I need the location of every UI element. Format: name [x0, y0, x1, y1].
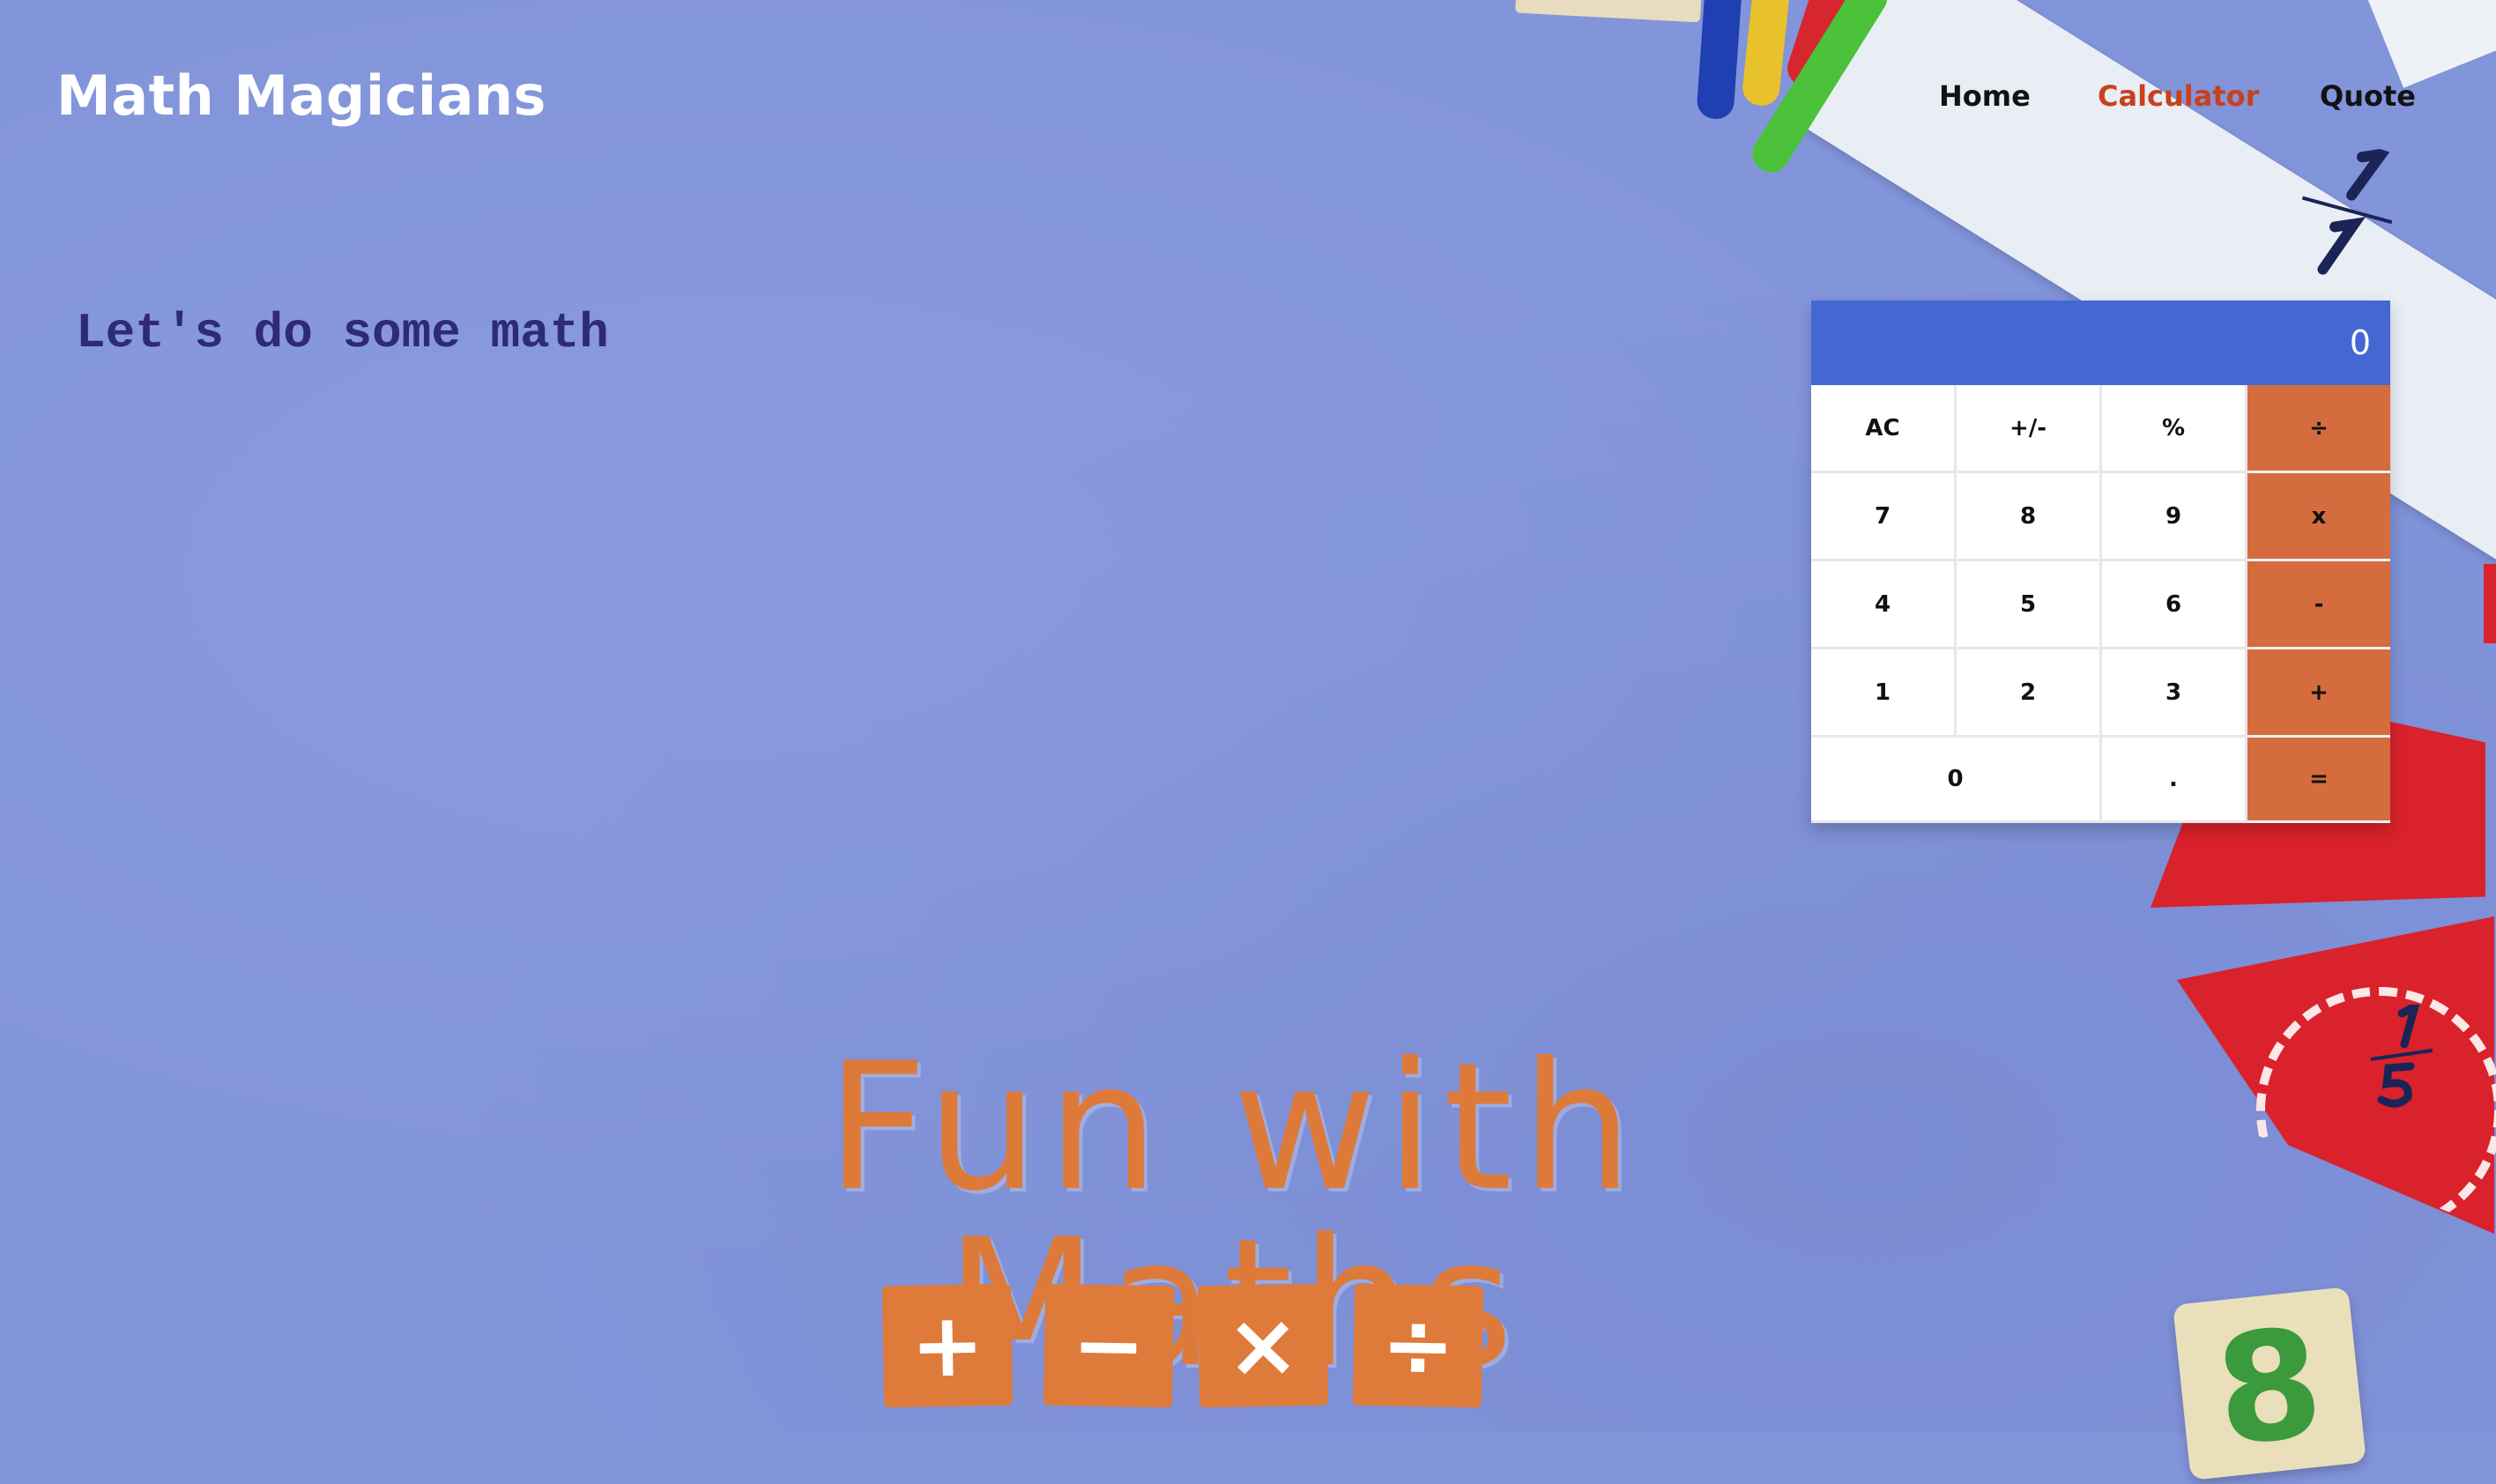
key-equals[interactable]: = — [2247, 738, 2390, 823]
nav-link-quote[interactable]: Quote — [2320, 79, 2416, 113]
key-4[interactable]: 4 — [1811, 561, 1957, 649]
key-decimal[interactable]: . — [2102, 738, 2247, 823]
key-multiply[interactable]: x — [2247, 473, 2390, 561]
key-subtract[interactable]: - — [2247, 561, 2390, 649]
nav-link-home[interactable]: Home — [1939, 79, 2031, 113]
key-toggle-sign[interactable]: +/- — [1957, 385, 2102, 473]
main-nav: Home Calculator Quote — [0, 79, 2496, 118]
divide-tile-icon: ÷ — [1352, 1283, 1484, 1408]
calculator-display: 0 — [1811, 301, 2390, 385]
key-5[interactable]: 5 — [1957, 561, 2102, 649]
key-2[interactable]: 2 — [1957, 649, 2102, 738]
key-7[interactable]: 7 — [1811, 473, 1957, 561]
key-9[interactable]: 9 — [2102, 473, 2247, 561]
key-8[interactable]: 8 — [1957, 473, 2102, 561]
key-all-clear[interactable]: AC — [1811, 385, 1957, 473]
key-3[interactable]: 3 — [2102, 649, 2247, 738]
minus-tile-icon: − — [1043, 1283, 1175, 1408]
plus-tile-icon: + — [881, 1283, 1014, 1408]
multiply-tile-icon: × — [1197, 1283, 1329, 1408]
number-tile-decoration: 8 — [2173, 1287, 2366, 1480]
fraction-one-fifth-icon — [2370, 1005, 2433, 1108]
key-add[interactable]: + — [2247, 649, 2390, 738]
key-divide[interactable]: ÷ — [2247, 385, 2390, 473]
calculator: 0 AC +/- % ÷ 7 8 9 x 4 5 6 - 1 2 3 + 0 .… — [1811, 301, 2390, 823]
key-percent[interactable]: % — [2102, 385, 2247, 473]
red-piece-decoration — [2484, 564, 2496, 643]
key-6[interactable]: 6 — [2102, 561, 2247, 649]
number-tile-digit: 8 — [2208, 1295, 2330, 1480]
key-1[interactable]: 1 — [1811, 649, 1957, 738]
key-0[interactable]: 0 — [1811, 738, 2102, 823]
nav-link-calculator[interactable]: Calculator — [2098, 79, 2259, 113]
page-heading: Let's do some math — [76, 305, 609, 361]
